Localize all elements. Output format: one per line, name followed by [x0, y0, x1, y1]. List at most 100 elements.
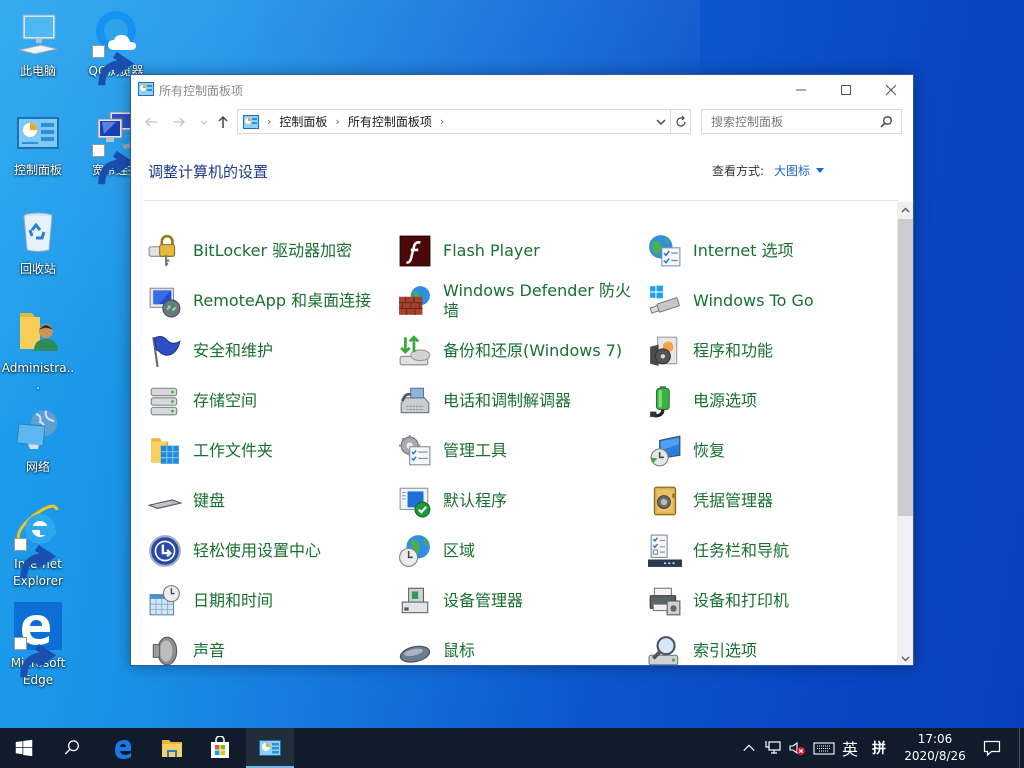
recent-locations-button[interactable] [195, 113, 213, 131]
control-panel-item-label[interactable]: 存储空间 [193, 391, 257, 411]
control-panel-item[interactable]: 工作文件夹 [148, 426, 388, 476]
control-panel-item[interactable]: Windows Defender 防火墙 [398, 276, 638, 326]
control-panel-item[interactable]: 凭据管理器 [648, 476, 888, 526]
control-panel-item-label[interactable]: 恢复 [693, 441, 725, 461]
touch-keyboard-button[interactable] [811, 728, 837, 768]
desktop-icon-control-panel[interactable]: 控制面板 [0, 103, 76, 199]
show-hidden-icons-button[interactable] [738, 728, 760, 768]
control-panel-item-label[interactable]: 管理工具 [443, 441, 507, 461]
control-panel-item[interactable]: 管理工具 [398, 426, 638, 476]
control-panel-item[interactable]: 程序和功能 [648, 326, 888, 376]
desktop-icon-network[interactable]: 网络 [0, 400, 76, 496]
volume-button[interactable] [785, 728, 809, 768]
caret-down-icon[interactable] [816, 167, 825, 174]
search-box[interactable] [701, 109, 902, 134]
search-input[interactable] [702, 114, 872, 129]
control-panel-item[interactable]: 备份和还原(Windows 7) [398, 326, 638, 376]
title-bar[interactable]: 所有控制面板项 [131, 75, 913, 105]
control-panel-item-label[interactable]: 键盘 [193, 491, 225, 511]
control-panel-item-label[interactable]: 程序和功能 [693, 341, 773, 361]
close-button[interactable] [868, 75, 913, 105]
desktop-icon-this-pc[interactable]: 此电脑 [0, 4, 76, 100]
taskbar-control-panel[interactable] [246, 728, 294, 768]
control-panel-item-label[interactable]: 设备和打印机 [693, 591, 789, 611]
desktop-icon-recycle-bin[interactable]: 回收站 [0, 202, 76, 298]
control-panel-item[interactable]: 电话和调制解调器 [398, 376, 638, 426]
control-panel-item-label[interactable]: 日期和时间 [193, 591, 273, 611]
control-panel-item[interactable]: 任务栏和导航 [648, 526, 888, 576]
control-panel-item-label[interactable]: 轻松使用设置中心 [193, 541, 321, 561]
ime-mode-button[interactable]: 拼 [868, 728, 890, 768]
control-panel-item-label[interactable]: 安全和维护 [193, 341, 273, 361]
control-panel-item-label[interactable]: RemoteApp 和桌面连接 [193, 291, 371, 311]
control-panel-item-label[interactable]: 工作文件夹 [193, 441, 273, 461]
control-panel-item[interactable]: 存储空间 [148, 376, 388, 426]
control-panel-item[interactable]: 索引选项 [648, 626, 888, 665]
show-desktop-button[interactable] [1019, 728, 1020, 768]
forward-button[interactable] [170, 113, 188, 131]
control-panel-item-label[interactable]: 电话和调制解调器 [443, 391, 571, 411]
control-panel-item[interactable]: 电源选项 [648, 376, 888, 426]
control-panel-item-label[interactable]: 声音 [193, 641, 225, 661]
search-icon[interactable] [879, 115, 893, 129]
control-panel-item[interactable]: 键盘 [148, 476, 388, 526]
desktop-icon-microsoft-edge[interactable]: Microsoft Edge [0, 596, 76, 692]
scroll-up-button[interactable] [897, 202, 913, 219]
vertical-scrollbar[interactable] [897, 202, 913, 665]
control-panel-item-label[interactable]: 设备管理器 [443, 591, 523, 611]
scroll-thumb[interactable] [898, 219, 913, 516]
control-panel-item[interactable]: 安全和维护 [148, 326, 388, 376]
control-panel-item[interactable]: 轻松使用设置中心 [148, 526, 388, 576]
desktop-icon-administrator[interactable]: Administra... [0, 301, 76, 397]
back-button[interactable] [142, 113, 160, 131]
breadcrumb-separator-icon[interactable]: › [335, 115, 339, 128]
control-panel-item[interactable]: 日期和时间 [148, 576, 388, 626]
control-panel-item[interactable]: Flash Player [398, 226, 638, 276]
control-panel-item-label[interactable]: 区域 [443, 541, 475, 561]
control-panel-item[interactable]: Windows To Go [648, 276, 888, 326]
up-button[interactable] [214, 113, 232, 131]
view-by-dropdown[interactable]: 大图标 [774, 162, 810, 179]
control-panel-item[interactable]: RemoteApp 和桌面连接 [148, 276, 388, 326]
control-panel-item-label[interactable]: Internet 选项 [693, 241, 794, 261]
control-panel-item[interactable]: 设备管理器 [398, 576, 638, 626]
control-panel-item-label[interactable]: Flash Player [443, 241, 540, 261]
control-panel-item-label[interactable]: 索引选项 [693, 641, 757, 661]
ime-language-button[interactable]: 英 [839, 728, 861, 768]
control-panel-window[interactable]: 所有控制面板项 › 控制面板 › 所有控制面板项 › 调整计算机的设置 查看方式… [130, 74, 914, 666]
desktop-icon-internet-explorer[interactable]: Internet Explorer [0, 497, 76, 593]
control-panel-item-label[interactable]: 任务栏和导航 [693, 541, 789, 561]
taskbar-file-explorer[interactable] [148, 728, 196, 768]
control-panel-item[interactable]: 鼠标 [398, 626, 638, 665]
control-panel-item-label[interactable]: 鼠标 [443, 641, 475, 661]
search-button[interactable] [48, 728, 96, 768]
control-panel-item-label[interactable]: Windows Defender 防火墙 [443, 281, 633, 321]
refresh-button[interactable] [671, 109, 691, 134]
network-status-button[interactable] [762, 728, 784, 768]
control-panel-item[interactable]: 默认程序 [398, 476, 638, 526]
control-panel-item-label[interactable]: 凭据管理器 [693, 491, 773, 511]
control-panel-item[interactable]: 恢复 [648, 426, 888, 476]
scroll-down-button[interactable] [897, 650, 913, 665]
control-panel-item[interactable]: 区域 [398, 526, 638, 576]
control-panel-item-label[interactable]: Windows To Go [693, 291, 814, 311]
control-panel-item-label[interactable]: 默认程序 [443, 491, 507, 511]
address-bar[interactable]: › 控制面板 › 所有控制面板项 › [237, 109, 671, 134]
breadcrumb-all-items[interactable]: 所有控制面板项 [348, 113, 432, 130]
control-panel-item-label[interactable]: 电源选项 [693, 391, 757, 411]
control-panel-item-label[interactable]: BitLocker 驱动器加密 [193, 241, 352, 261]
control-panel-item[interactable]: Internet 选项 [648, 226, 888, 276]
maximize-button[interactable] [823, 75, 869, 105]
breadcrumb-separator-icon[interactable]: › [267, 115, 271, 128]
minimize-button[interactable] [778, 75, 824, 105]
taskbar-edge[interactable] [99, 728, 147, 768]
taskbar-clock[interactable]: 17:06 2020/8/26 [897, 731, 973, 765]
control-panel-item[interactable]: 设备和打印机 [648, 576, 888, 626]
address-dropdown-icon[interactable] [654, 115, 668, 129]
action-center-button[interactable] [978, 728, 1006, 768]
control-panel-item[interactable]: BitLocker 驱动器加密 [148, 226, 388, 276]
control-panel-item[interactable]: 声音 [148, 626, 388, 665]
control-panel-item-label[interactable]: 备份和还原(Windows 7) [443, 341, 622, 361]
taskbar-store[interactable] [196, 728, 244, 768]
breadcrumb-separator-icon[interactable]: › [440, 115, 444, 128]
